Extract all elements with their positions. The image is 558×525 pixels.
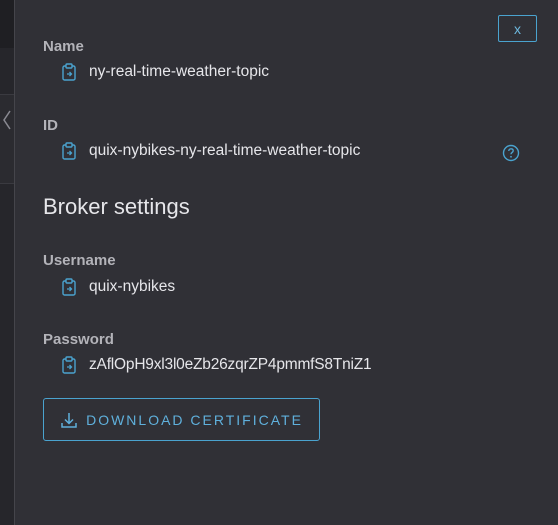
background-app — [0, 0, 14, 525]
copy-password-icon[interactable] — [61, 356, 77, 374]
name-label: Name — [43, 38, 84, 55]
name-row: ny-real-time-weather-topic — [61, 62, 269, 82]
close-button[interactable]: x — [498, 15, 537, 42]
id-label: ID — [43, 117, 58, 134]
background-header — [0, 0, 14, 48]
chevron-left-icon — [3, 110, 11, 130]
topic-details-panel: x Name ny-real-time-weather-topic ID qui… — [14, 0, 558, 525]
id-value: quix-nybikes-ny-real-time-weather-topic — [89, 142, 361, 159]
copy-id-icon[interactable] — [61, 142, 77, 160]
password-row: zAflOpH9xl3l0eZb26zqrZP4pmmfS8TniZ1 — [61, 355, 372, 375]
username-value: quix-nybikes — [89, 278, 176, 295]
collapse-handle[interactable] — [0, 104, 14, 136]
username-label: Username — [43, 252, 116, 269]
download-icon — [60, 411, 78, 429]
broker-settings-title: Broker settings — [43, 194, 190, 219]
name-value: ny-real-time-weather-topic — [89, 63, 270, 80]
password-value: zAflOpH9xl3l0eZb26zqrZP4pmmfS8TniZ1 — [89, 356, 372, 373]
username-row: quix-nybikes — [61, 277, 175, 297]
copy-name-icon[interactable] — [61, 63, 77, 81]
id-row: quix-nybikes-ny-real-time-weather-topic — [61, 141, 360, 161]
copy-username-icon[interactable] — [61, 278, 77, 296]
help-circle-icon[interactable] — [502, 144, 520, 162]
download-certificate-label: DOWNLOAD CERTIFICATE — [86, 411, 303, 428]
password-label: Password — [43, 331, 114, 348]
download-certificate-button[interactable]: DOWNLOAD CERTIFICATE — [43, 398, 320, 441]
